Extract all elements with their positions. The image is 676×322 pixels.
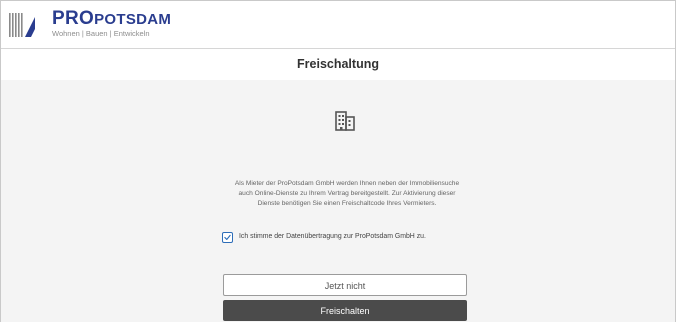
brand-suffix: Potsdam xyxy=(94,11,172,28)
consent-label[interactable]: Ich stimme der Datenübertragung zur ProP… xyxy=(239,233,426,240)
not-now-button[interactable]: Jetzt nicht xyxy=(223,274,467,296)
building-icon xyxy=(335,111,355,131)
app-window: ProPotsdam Wohnen | Bauen | Entwickeln F… xyxy=(0,0,676,322)
brand: ProPotsdam Wohnen | Bauen | Entwickeln xyxy=(52,9,171,38)
brand-prefix: Pro xyxy=(52,8,95,29)
unlock-button[interactable]: Freischalten xyxy=(223,300,467,321)
checkmark-icon xyxy=(224,234,231,240)
propotsdam-logo-icon xyxy=(9,13,35,37)
brand-name: ProPotsdam xyxy=(52,9,171,28)
consent-checkbox[interactable] xyxy=(222,232,233,243)
header: ProPotsdam Wohnen | Bauen | Entwickeln xyxy=(1,1,675,43)
page-title: Freischaltung xyxy=(1,48,675,81)
brand-tagline: Wohnen | Bauen | Entwickeln xyxy=(52,29,150,38)
info-message: Als Mieter der ProPotsdam GmbH werden Ih… xyxy=(234,180,460,207)
